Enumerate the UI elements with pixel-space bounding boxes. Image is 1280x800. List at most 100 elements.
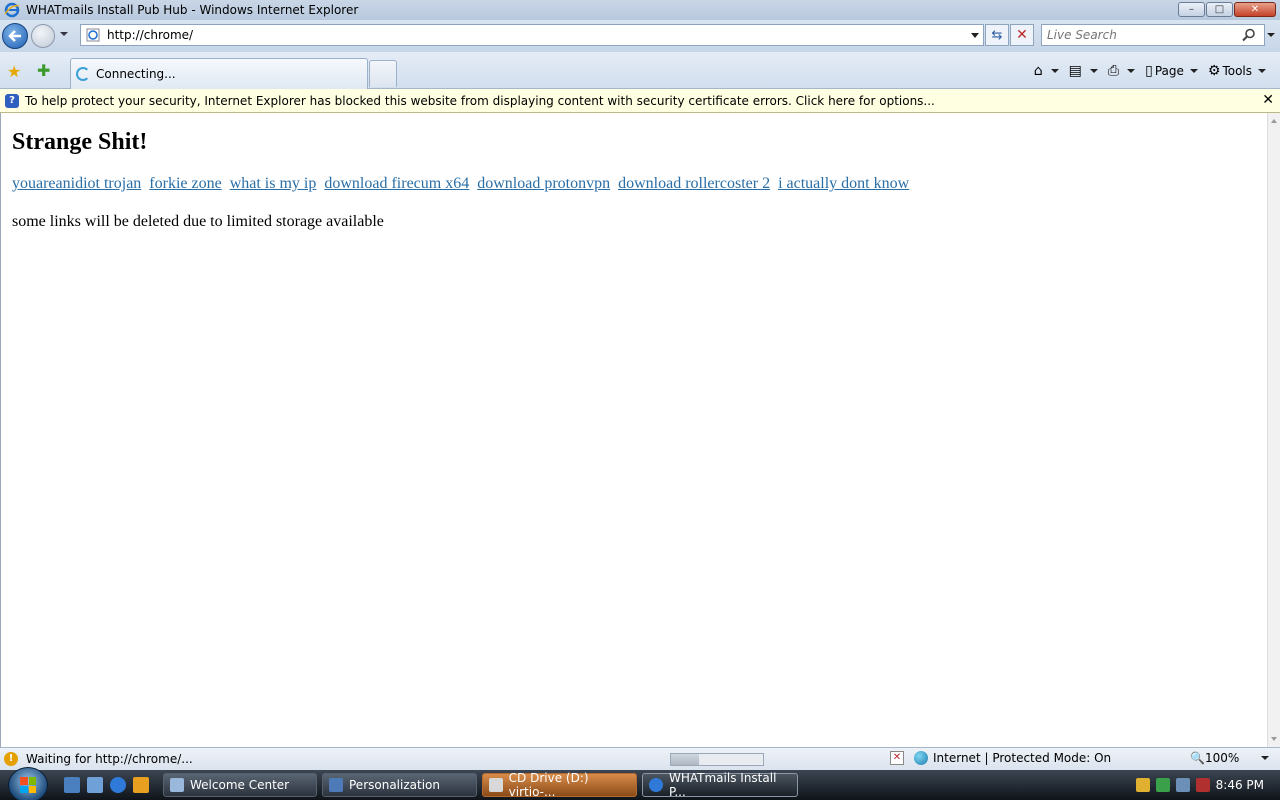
vertical-scrollbar[interactable] <box>1267 113 1280 747</box>
taskbar-button-label: CD Drive (D:) virtio-... <box>508 771 589 799</box>
search-box[interactable] <box>1041 24 1265 46</box>
address-dropdown[interactable] <box>971 33 979 38</box>
search-options-dropdown[interactable] <box>1267 33 1275 37</box>
feeds-icon: ▤ <box>1068 63 1082 79</box>
minimize-button[interactable]: – <box>1178 2 1205 17</box>
maximize-button[interactable]: □ <box>1206 2 1233 17</box>
scroll-up-arrow[interactable] <box>1271 119 1277 123</box>
forward-button[interactable] <box>31 24 55 48</box>
personalization-icon <box>329 778 343 792</box>
switch-windows-icon[interactable] <box>87 777 103 793</box>
page-icon <box>86 28 100 42</box>
stop-icon: ✕ <box>1016 27 1028 43</box>
stop-button[interactable]: ✕ <box>1010 24 1034 46</box>
add-to-favorites-icon[interactable]: ✚ <box>37 61 50 80</box>
favorites-center-icon[interactable]: ★ <box>7 62 21 81</box>
network-icon[interactable] <box>1176 778 1190 792</box>
link-i-actually-dont-know[interactable]: i actually dont know <box>778 175 909 192</box>
page-content: Strange Shit! youareanidiot trojan forki… <box>0 113 1267 747</box>
taskbar-button-label: Welcome Center <box>190 778 290 792</box>
search-icon[interactable] <box>1242 28 1256 42</box>
feeds-dropdown-arrow[interactable] <box>1089 69 1098 73</box>
title-bar: WHATmails Install Pub Hub - Windows Inte… <box>0 0 1280 20</box>
security-zone-label: Internet | Protected Mode: On <box>933 751 1112 765</box>
link-download-rollercoster-2[interactable]: download rollercoster 2 <box>618 175 770 192</box>
search-input[interactable] <box>1047 28 1237 42</box>
link-what-is-my-ip[interactable]: what is my ip <box>230 175 317 192</box>
security-shield-icon: ? <box>5 93 19 108</box>
storage-note: some links will be deleted due to limite… <box>12 213 384 230</box>
back-button[interactable] <box>2 23 28 49</box>
tools-menu-button[interactable]: ⚙ Tools <box>1208 61 1272 81</box>
feeds-button[interactable]: ▤ <box>1069 61 1104 81</box>
taskbar-button-personalization[interactable]: Personalization <box>322 773 477 797</box>
home-dropdown-arrow[interactable] <box>1050 69 1059 73</box>
information-bar-text[interactable]: To help protect your security, Internet … <box>25 94 935 108</box>
navigation-bar: http://chrome/ ⇆ ✕ <box>0 20 1280 52</box>
media-player-icon[interactable] <box>133 777 149 793</box>
page-dropdown-arrow <box>1189 69 1198 73</box>
blocked-content-icon[interactable]: ✕ <box>890 751 904 765</box>
page-load-progress <box>670 753 764 766</box>
home-icon: ⌂ <box>1033 63 1043 79</box>
show-desktop-icon[interactable] <box>64 777 80 793</box>
notification-area: 8:46 PM <box>1130 770 1280 800</box>
page-menu-icon: ▯ <box>1145 63 1153 79</box>
new-tab-button[interactable] <box>369 60 397 87</box>
status-bar: ! Waiting for http://chrome/... ✕ Intern… <box>0 747 1280 770</box>
progress-fill <box>671 754 699 765</box>
link-list: youareanidiot trojan forkie zone what is… <box>12 175 913 193</box>
close-button[interactable]: ✕ <box>1234 2 1276 17</box>
back-arrow-icon <box>8 30 21 42</box>
refresh-button[interactable]: ⇆ <box>985 24 1009 46</box>
window-controls: – □ ✕ <box>1178 2 1276 17</box>
link-download-protonvpn[interactable]: download protonvpn <box>477 175 610 192</box>
welcome-center-icon <box>170 778 184 792</box>
page-menu-label: Page <box>1154 64 1184 78</box>
status-text: Waiting for http://chrome/... <box>26 752 193 766</box>
address-bar[interactable]: http://chrome/ <box>80 24 984 46</box>
taskbar-clock[interactable]: 8:46 PM <box>1216 778 1264 792</box>
taskbar: Welcome Center Personalization CD Drive … <box>0 767 1280 800</box>
internet-explorer-quicklaunch-icon[interactable] <box>110 777 126 793</box>
zoom-dropdown-arrow[interactable] <box>1261 756 1270 760</box>
print-dropdown-arrow[interactable] <box>1127 69 1136 73</box>
zoom-control[interactable]: 🔍 100% <box>1190 751 1270 765</box>
taskbar-button-internet-explorer[interactable]: WHATmails Install P... <box>642 771 798 799</box>
internet-zone-globe-icon <box>914 751 928 765</box>
zoom-level: 100% <box>1204 751 1240 765</box>
address-url[interactable]: http://chrome/ <box>107 28 193 42</box>
scroll-down-arrow[interactable] <box>1271 737 1277 741</box>
recent-pages-dropdown[interactable] <box>60 32 68 36</box>
link-forkie-zone[interactable]: forkie zone <box>149 175 221 192</box>
tools-menu-label: Tools <box>1222 64 1252 78</box>
link-youareanidiot-trojan[interactable]: youareanidiot trojan <box>12 175 141 192</box>
information-bar-close-button[interactable]: ✕ <box>1262 92 1274 108</box>
home-button[interactable]: ⌂ <box>1034 61 1065 81</box>
print-button[interactable]: ⎙ <box>1108 61 1141 81</box>
status-warning-icon: ! <box>4 752 18 766</box>
information-bar[interactable]: ? To help protect your security, Interne… <box>0 89 1280 113</box>
security-zone[interactable]: ✕ Internet | Protected Mode: On <box>890 751 1111 765</box>
tab-current[interactable]: Connecting... <box>70 58 368 89</box>
tools-dropdown-arrow <box>1258 69 1266 73</box>
quick-launch <box>64 777 149 793</box>
loading-spinner-icon <box>76 67 90 81</box>
taskbar-button-welcome-center[interactable]: Welcome Center <box>163 773 317 797</box>
tab-command-bar: ★ ✚ Connecting... ⌂ ▤ ⎙ ▯ Page ⚙ Tools <box>0 52 1280 89</box>
cd-drive-icon <box>489 778 503 792</box>
window-title: WHATmails Install Pub Hub - Windows Inte… <box>26 3 359 17</box>
windows-update-icon[interactable] <box>1156 778 1170 792</box>
page-heading: Strange Shit! <box>12 129 148 155</box>
link-download-firecum-x64[interactable]: download firecum x64 <box>324 175 469 192</box>
gear-icon: ⚙ <box>1207 63 1221 79</box>
tab-label: Connecting... <box>96 67 176 81</box>
security-alert-icon[interactable] <box>1136 778 1150 792</box>
page-menu-button[interactable]: ▯ Page <box>1145 61 1204 81</box>
taskbar-button-cd-drive[interactable]: CD Drive (D:) virtio-... <box>482 771 637 799</box>
zoom-magnifier-icon: 🔍 <box>1190 751 1205 765</box>
volume-muted-icon[interactable] <box>1196 778 1210 792</box>
taskbar-button-label: Personalization <box>349 778 440 792</box>
start-button[interactable] <box>8 767 48 800</box>
internet-explorer-icon <box>4 2 20 18</box>
